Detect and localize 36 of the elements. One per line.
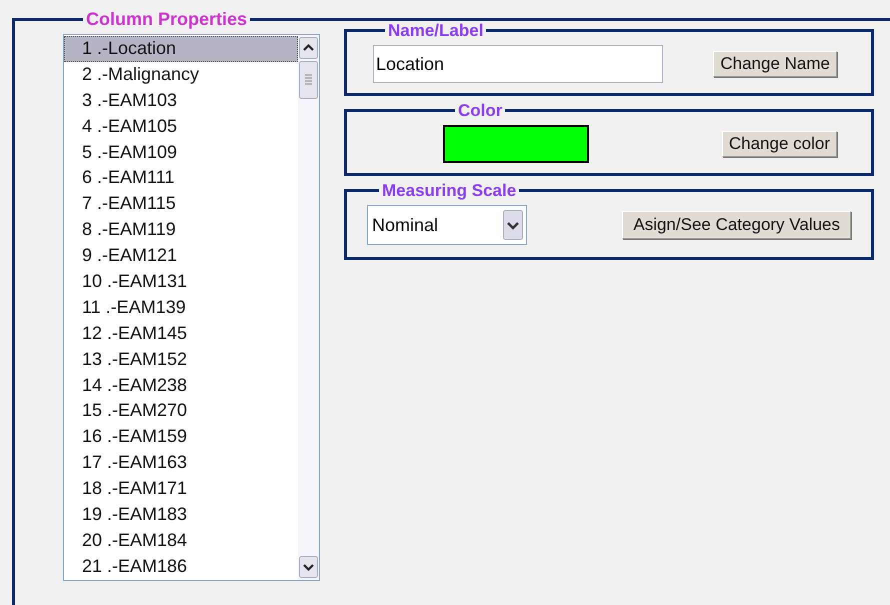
list-item[interactable]: 21 .-EAM186 <box>64 554 298 580</box>
list-item[interactable]: 10 .-EAM131 <box>64 269 298 295</box>
list-item[interactable]: 8 .-EAM119 <box>64 217 298 244</box>
list-item[interactable]: 7 .-EAM115 <box>64 191 298 218</box>
scale-dropdown[interactable]: Nominal <box>367 205 527 245</box>
list-item[interactable]: 6 .-EAM111 <box>64 165 298 192</box>
category-values-button[interactable]: Asign/See Category Values <box>622 211 851 239</box>
list-item[interactable]: 5 .-EAM109 <box>64 140 298 166</box>
scroll-up-icon[interactable] <box>299 37 318 59</box>
scrollbar[interactable] <box>298 35 319 580</box>
list-item[interactable]: 2 .-Malignancy <box>64 62 298 88</box>
change-name-button[interactable]: Change Name <box>713 51 837 77</box>
list-item[interactable]: 12 .-EAM145 <box>64 320 298 347</box>
list-item[interactable]: 3 .-EAM103 <box>64 88 298 114</box>
list-item[interactable]: 11 .-EAM139 <box>64 294 298 321</box>
list-item[interactable]: 20 .-EAM184 <box>64 528 298 554</box>
list-item[interactable]: 19 .-EAM183 <box>64 502 298 528</box>
panel-title: Color <box>457 102 504 119</box>
change-color-button[interactable]: Change color <box>722 131 837 157</box>
list-item[interactable]: 16 .-EAM159 <box>64 424 298 450</box>
scroll-thumb[interactable] <box>299 61 318 99</box>
panel-title: Name/Label <box>387 22 484 39</box>
list-item[interactable]: 9 .-EAM121 <box>64 243 298 270</box>
list-item[interactable]: 1 .-Location <box>64 36 298 62</box>
list-item[interactable]: 13 .-EAM152 <box>64 346 298 373</box>
panel-title: Measuring Scale <box>381 182 518 199</box>
list-item[interactable]: 4 .-EAM105 <box>64 114 298 140</box>
name-field[interactable]: Location <box>373 45 663 83</box>
list-item[interactable]: 15 .-EAM270 <box>64 398 298 424</box>
dropdown-value: Nominal <box>372 214 438 236</box>
columns-list[interactable] <box>63 34 320 581</box>
list-item[interactable]: 14 .-EAM238 <box>64 372 298 398</box>
list-item[interactable]: 17 .-EAM163 <box>64 450 298 476</box>
scroll-down-icon[interactable] <box>299 556 318 578</box>
frame-title: Column Properties <box>85 10 248 28</box>
list-item[interactable]: 18 .-EAM171 <box>64 476 298 502</box>
